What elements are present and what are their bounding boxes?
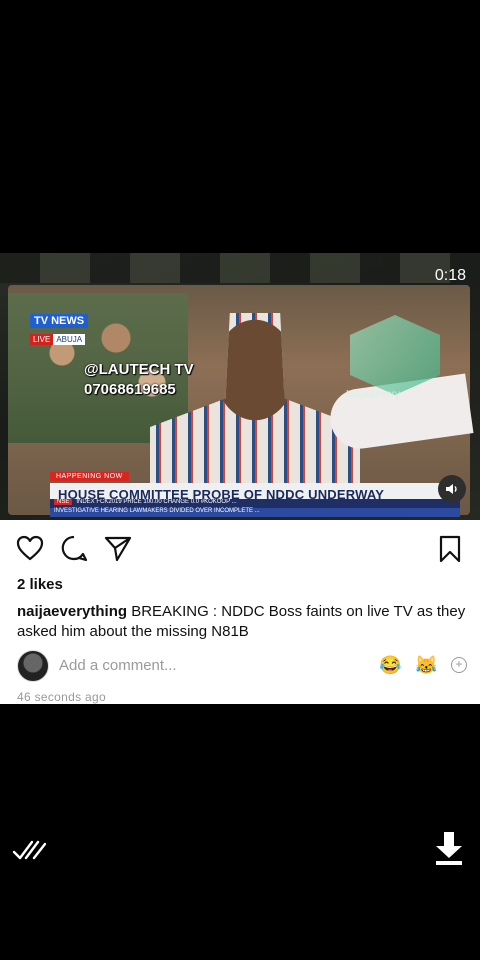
save-button[interactable] <box>436 534 464 564</box>
news-ticker: NSE INDEX FCK2019 PRICE 100.00 CHANGE 0.0… <box>50 499 460 517</box>
video-player[interactable]: Naija&every TV NEWS LIVE ABUJA @LAUTECH T… <box>0 253 480 520</box>
post-card: 2 likes naijaeverything BREAKING : NDDC … <box>0 520 480 704</box>
comment-icon <box>61 535 88 562</box>
happening-now-tag: HAPPENING NOW <box>50 472 129 481</box>
share-button[interactable] <box>104 534 132 562</box>
speaker-icon <box>446 484 457 494</box>
post-actions <box>16 534 132 564</box>
seen-status <box>12 838 47 862</box>
tv-news-logo: TV NEWS LIVE ABUJA <box>30 311 120 345</box>
post-caption: naijaeverything BREAKING : NDDC Boss fai… <box>17 602 467 642</box>
watermark-text: Naija&every <box>346 389 400 400</box>
overlay-phone: 07068619685 <box>84 381 176 398</box>
add-emoji-button[interactable]: + <box>451 657 467 673</box>
download-button[interactable] <box>434 830 464 866</box>
mute-button[interactable] <box>438 475 466 503</box>
double-check-icon <box>12 840 47 860</box>
ceiling-lights <box>0 253 480 283</box>
comment-button[interactable] <box>60 534 88 562</box>
cat-laughing-emoji-button[interactable]: 😹 <box>415 655 437 676</box>
heart-icon <box>16 535 44 561</box>
comment-input[interactable]: Add a comment... <box>59 657 177 674</box>
location-badge: ABUJA <box>53 334 86 345</box>
laughing-emoji-button[interactable]: 😂 <box>379 655 401 676</box>
bookmark-icon <box>439 535 461 563</box>
ticker-label: NSE <box>54 499 73 505</box>
caption-username[interactable]: naijaeverything <box>17 603 127 620</box>
download-icon <box>436 832 462 865</box>
live-badge: LIVE <box>30 334 54 345</box>
avatar <box>17 650 49 682</box>
comment-row: Add a comment... 😂 😹 + <box>17 650 467 682</box>
ticker-row-1: INDEX FCK2019 PRICE 100.00 CHANGE 0.0 #K… <box>76 499 237 505</box>
overlay-handle: @LAUTECH TV <box>84 361 194 378</box>
tv-channel-label: TV NEWS <box>30 314 89 328</box>
post-timestamp: 46 seconds ago <box>17 690 106 704</box>
video-time-remaining: 0:18 <box>434 267 466 284</box>
like-count[interactable]: 2 likes <box>17 576 63 593</box>
like-button[interactable] <box>16 534 44 562</box>
ticker-row-2: INVESTIGATIVE HEARING LAWMAKERS DIVIDED … <box>50 508 460 517</box>
send-icon <box>104 536 132 562</box>
